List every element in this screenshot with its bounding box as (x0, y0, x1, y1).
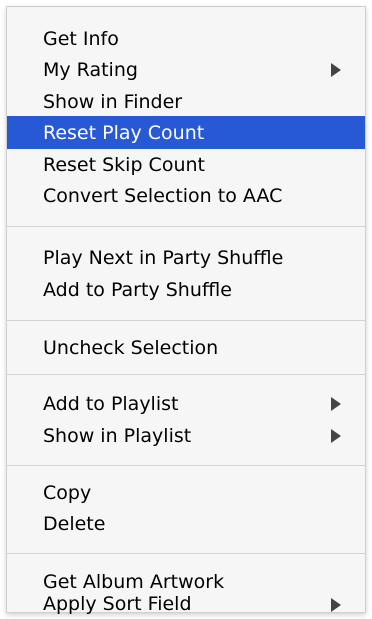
menu-separator (7, 553, 365, 554)
menu-item-apply-sort-field[interactable]: Apply Sort Field (7, 593, 365, 615)
menu-item-get-info[interactable]: Get Info (7, 22, 365, 55)
menu-item-label: Uncheck Selection (43, 336, 219, 359)
menu-item-label: Get Album Artwork (43, 570, 225, 593)
menu-item-label: My Rating (43, 58, 138, 81)
menu-item-convert-selection-to-aac[interactable]: Convert Selection to AAC (7, 179, 365, 212)
context-menu: Get Info My Rating Show in Finder Reset … (6, 6, 366, 615)
menu-item-label: Play Next in Party Shuffle (43, 246, 284, 269)
menu-item-show-in-playlist[interactable]: Show in Playlist (7, 419, 365, 452)
menu-separator (7, 226, 365, 227)
menu-item-label: Add to Party Shuffle (43, 278, 232, 301)
menu-item-add-to-playlist[interactable]: Add to Playlist (7, 387, 365, 420)
menu-item-label: Copy (43, 481, 92, 504)
menu-item-label: Add to Playlist (43, 392, 179, 415)
menu-item-my-rating[interactable]: My Rating (7, 53, 365, 86)
menu-item-label: Apply Sort Field (43, 593, 192, 615)
menu-item-delete[interactable]: Delete (7, 507, 365, 540)
submenu-arrow-icon (331, 428, 341, 443)
menu-item-label: Delete (43, 512, 106, 535)
menu-item-label: Convert Selection to AAC (43, 184, 283, 207)
menu-item-reset-play-count[interactable]: Reset Play Count (7, 116, 365, 149)
menu-item-play-next-in-party-shuffle[interactable]: Play Next in Party Shuffle (7, 241, 365, 274)
menu-item-label: Show in Playlist (43, 424, 192, 447)
menu-item-label: Reset Skip Count (43, 153, 205, 176)
menu-item-show-in-finder[interactable]: Show in Finder (7, 85, 365, 118)
menu-separator (7, 465, 365, 466)
menu-separator (7, 374, 365, 375)
menu-separator (7, 320, 365, 321)
menu-item-reset-skip-count[interactable]: Reset Skip Count (7, 148, 365, 181)
submenu-arrow-icon (331, 62, 341, 77)
menu-item-copy[interactable]: Copy (7, 476, 365, 509)
menu-item-uncheck-selection[interactable]: Uncheck Selection (7, 331, 365, 364)
menu-item-add-to-party-shuffle[interactable]: Add to Party Shuffle (7, 273, 365, 306)
menu-item-label: Reset Play Count (43, 121, 205, 144)
menu-item-label: Show in Finder (43, 90, 183, 113)
menu-item-label: Get Info (43, 27, 119, 50)
submenu-arrow-icon (331, 396, 341, 411)
submenu-arrow-icon (331, 598, 341, 612)
